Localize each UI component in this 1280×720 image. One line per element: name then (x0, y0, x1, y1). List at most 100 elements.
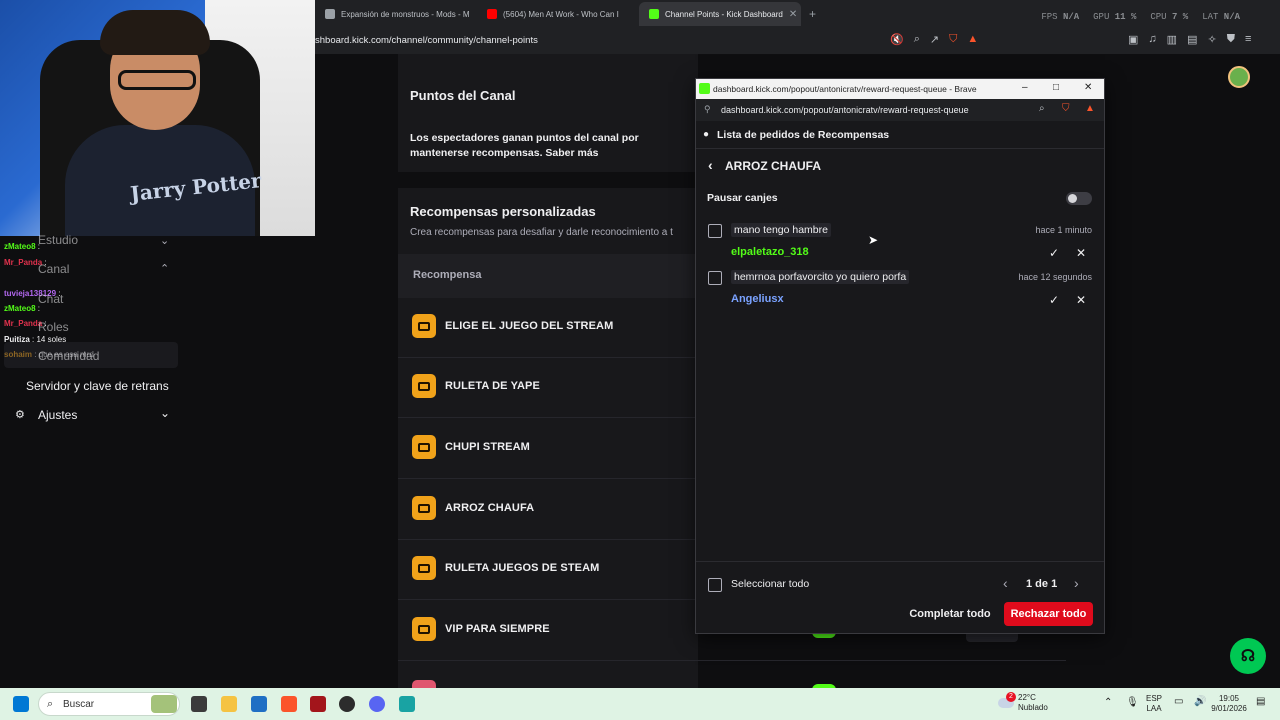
sidebar-item-chat[interactable]: Chat (38, 292, 63, 306)
maximize-icon[interactable]: □ (1053, 82, 1059, 93)
site-info-icon[interactable]: ⚲ (704, 104, 711, 115)
tab-kick-dashboard[interactable]: Channel Points - Kick Dashboard ✕ (639, 2, 801, 26)
obs-icon[interactable] (339, 696, 355, 712)
brave-rewards-icon[interactable]: ▲ (967, 33, 978, 46)
sidebar-item-ajustes[interactable]: Ajustes (38, 408, 77, 422)
close-tab-icon[interactable]: ✕ (789, 9, 797, 20)
share-icon[interactable]: ↗ (930, 33, 939, 46)
sidebar-item-servidor[interactable]: Servidor y clave de retrans (26, 379, 169, 393)
network-icon[interactable]: ▭ (1174, 696, 1183, 707)
discord-icon[interactable] (369, 696, 385, 712)
lang-top: ESP (1146, 694, 1163, 703)
reject-all-button[interactable]: Rechazar todo (1004, 602, 1093, 626)
search-icon: ⌕ (47, 698, 54, 710)
section-title: Puntos del Canal (410, 88, 516, 103)
menu-icon[interactable]: ≡ (1245, 33, 1251, 46)
language-indicator[interactable]: ESP LAA (1146, 694, 1162, 714)
complete-all-button[interactable]: Completar todo (904, 602, 996, 626)
tab-title: Channel Points - Kick Dashboard (665, 9, 783, 19)
custom-rewards-subtitle: Crea recompensas para desafiar y darle r… (410, 227, 673, 238)
tab-title: Expansión de monstruos - Mods - M (341, 9, 470, 19)
notifications-icon[interactable]: ▤ (1256, 696, 1265, 707)
sidebar-item-estudio[interactable]: Estudio (38, 233, 78, 247)
weather-temp: 22°C (1018, 693, 1036, 702)
popup-window-title: dashboard.kick.com/popout/antonicratv/re… (713, 84, 977, 94)
cpu-value: 7 % (1171, 12, 1189, 22)
popup-url-text[interactable]: dashboard.kick.com/popout/antonicratv/re… (721, 105, 969, 115)
request-user[interactable]: Angeliusx (731, 293, 784, 305)
request-user[interactable]: elpaletazo_318 (731, 246, 809, 258)
pause-toggle[interactable] (1066, 192, 1092, 205)
section-description: Los espectadores ganan puntos del canal … (410, 132, 639, 159)
approve-check-icon[interactable]: ✓ (1043, 242, 1065, 264)
task-view-icon[interactable] (191, 696, 207, 712)
file-explorer-icon[interactable] (221, 696, 237, 712)
sidebar-item-comunidad[interactable]: Comunidad (38, 349, 99, 363)
wallet-icon[interactable]: ▤ (1187, 33, 1197, 46)
next-page-icon[interactable]: › (1074, 575, 1079, 591)
zoom-icon[interactable]: ⌕ (1039, 103, 1045, 114)
reject-x-icon[interactable]: ✕ (1070, 242, 1092, 264)
request-checkbox[interactable] (708, 224, 722, 238)
sidebar-item-canal[interactable]: Canal (38, 262, 69, 276)
url-text[interactable]: shboard.kick.com/channel/community/chann… (315, 35, 538, 46)
taskbar-search[interactable]: ⌕ Buscar (38, 692, 180, 716)
request-checkbox[interactable] (708, 271, 722, 285)
avatar[interactable] (1228, 66, 1250, 88)
reward-name: VIP PARA SIEMPRE (445, 623, 550, 635)
tab-mods[interactable]: Expansión de monstruos - Mods - M (315, 2, 477, 26)
approve-check-icon[interactable]: ✓ (1043, 289, 1065, 311)
microphone-icon[interactable]: 🎙 (1126, 697, 1139, 708)
brave-browser-icon[interactable] (281, 696, 297, 712)
toggle-knob (1068, 194, 1077, 203)
headset-support-icon[interactable]: ☊ (1230, 638, 1266, 674)
column-header-reward: Recompensa (413, 269, 482, 281)
reward-title: ARROZ CHAUFA (725, 159, 821, 173)
footer-divider (696, 561, 1104, 562)
reward-name: RULETA JUEGOS DE STEAM (445, 562, 600, 574)
vpn-icon[interactable]: ⛊ (1227, 33, 1235, 46)
reward-ticket-icon (412, 435, 436, 459)
toolbar-icons: ▣ ♫ ▥ ▤ ✧ ⛊ ≡ (1128, 33, 1251, 46)
reward-ticket-icon (412, 314, 436, 338)
streaming-app-icon[interactable] (310, 696, 326, 712)
select-all-checkbox[interactable] (708, 578, 722, 592)
brave-shield-icon[interactable]: ⛉ (949, 33, 957, 46)
reject-x-icon[interactable]: ✕ (1070, 289, 1092, 311)
fps-label: FPS (1041, 12, 1058, 22)
queue-icon: ● (703, 129, 710, 140)
zoom-icon[interactable]: ⌕ (914, 33, 920, 46)
gear-icon: ⚙ (15, 409, 25, 421)
sidebar-item-roles[interactable]: Roles (38, 320, 69, 334)
sidebar-icon[interactable]: ▥ (1167, 33, 1177, 46)
minimize-icon[interactable]: – (1022, 82, 1028, 93)
volume-icon[interactable]: 🔊 (1194, 696, 1206, 707)
chevron-up-icon: ⌃ (160, 263, 170, 275)
chat-message: zMateo8 : (4, 304, 41, 313)
new-tab-button[interactable]: + (809, 7, 816, 21)
media-icon[interactable]: ♫ (1148, 33, 1156, 46)
reward-ticket-icon (412, 556, 436, 580)
brave-shield-icon[interactable]: ⛉ (1062, 103, 1070, 114)
tray-chevron-up-icon[interactable]: ⌃ (1104, 697, 1112, 708)
clock[interactable]: 19:05 9/01/2026 (1210, 694, 1248, 714)
notepad-icon[interactable] (399, 696, 415, 712)
pause-label: Pausar canjes (707, 192, 778, 204)
tab-strip: Expansión de monstruos - Mods - M (5604)… (315, 2, 816, 26)
brave-rewards-icon[interactable]: ▲ (1085, 103, 1095, 114)
close-icon[interactable]: ✕ (1084, 82, 1092, 93)
weather-widget[interactable]: 22°C Nublado (1018, 693, 1048, 713)
fps-value: N/A (1062, 12, 1080, 22)
windows-start-icon[interactable] (13, 696, 29, 712)
store-icon[interactable] (251, 696, 267, 712)
screenshot-icon[interactable]: ▣ (1128, 33, 1138, 46)
back-chevron-icon[interactable]: ‹ (708, 157, 713, 173)
popup-body: ● Lista de pedidos de Recompensas ‹ ARRO… (696, 121, 1104, 633)
mute-icon[interactable]: 🔇 (890, 33, 904, 46)
windows-taskbar: ⌕ Buscar 2 22°C Nublado ⌃ 🎙 ESP LAA ▭ 🔊 … (0, 688, 1280, 720)
leo-icon[interactable]: ✧ (1207, 33, 1216, 46)
tab-youtube[interactable]: (5604) Men At Work - Who Can I (477, 2, 639, 26)
prev-page-icon[interactable]: ‹ (1003, 575, 1008, 591)
popup-address-bar[interactable]: ⚲ dashboard.kick.com/popout/antonicratv/… (696, 99, 1104, 121)
reward-ticket-icon (412, 496, 436, 520)
